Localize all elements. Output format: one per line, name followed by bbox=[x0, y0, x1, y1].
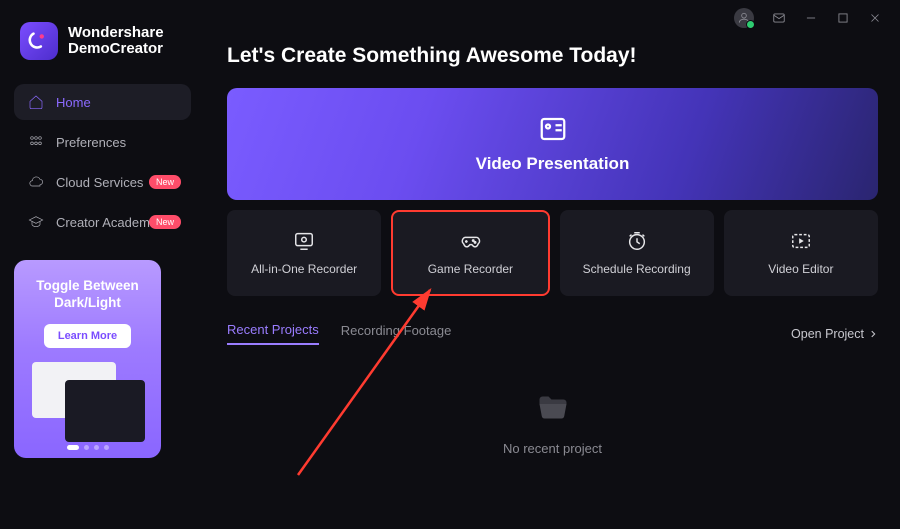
sidebar-item-home[interactable]: Home bbox=[14, 84, 191, 120]
tab-recording-footage[interactable]: Recording Footage bbox=[341, 323, 452, 344]
promo-title-l1: Toggle Between bbox=[26, 278, 149, 295]
sidebar-item-label: Preferences bbox=[56, 135, 126, 150]
sidebar-item-label: Creator Academ... bbox=[56, 215, 161, 230]
video-editor-card[interactable]: Video Editor bbox=[724, 210, 878, 296]
sidebar-item-label: Home bbox=[56, 95, 91, 110]
sidebar-item-label: Cloud Services bbox=[56, 175, 143, 190]
sidebar-item-academy[interactable]: Creator Academ... New bbox=[14, 204, 191, 240]
logo-mark bbox=[20, 22, 58, 60]
new-badge: New bbox=[149, 175, 181, 189]
hero-label: Video Presentation bbox=[476, 154, 630, 174]
empty-state: No recent project bbox=[227, 389, 878, 456]
card-label: Schedule Recording bbox=[583, 262, 691, 276]
cloud-icon bbox=[28, 174, 44, 190]
sidebar: Wondershare DemoCreator Home Preferences… bbox=[0, 0, 205, 529]
empty-text: No recent project bbox=[503, 441, 602, 456]
folder-icon bbox=[532, 389, 574, 425]
game-recorder-card[interactable]: Game Recorder bbox=[391, 210, 549, 296]
page-heading: Let's Create Something Awesome Today! bbox=[227, 44, 878, 68]
grid-icon bbox=[28, 134, 44, 150]
promo-title-l2: Dark/Light bbox=[26, 295, 149, 312]
video-editor-icon bbox=[789, 230, 813, 252]
learn-more-button[interactable]: Learn More bbox=[44, 324, 131, 348]
presentation-icon bbox=[538, 114, 568, 144]
tab-recent-projects[interactable]: Recent Projects bbox=[227, 322, 319, 345]
grad-cap-icon bbox=[28, 214, 44, 230]
main-content: Let's Create Something Awesome Today! Vi… bbox=[205, 0, 900, 529]
card-label: Game Recorder bbox=[428, 262, 513, 276]
app-name-line2: DemoCreator bbox=[68, 41, 164, 58]
new-badge: New bbox=[149, 215, 181, 229]
sidebar-item-cloud[interactable]: Cloud Services New bbox=[14, 164, 191, 200]
sidebar-nav: Home Preferences Cloud Services New Crea… bbox=[14, 84, 191, 240]
app-name-line1: Wondershare bbox=[68, 25, 164, 42]
clock-icon bbox=[625, 230, 649, 252]
chevron-right-icon bbox=[868, 329, 878, 339]
open-project-button[interactable]: Open Project bbox=[791, 327, 878, 341]
app-logo: Wondershare DemoCreator bbox=[14, 22, 191, 84]
card-label: All-in-One Recorder bbox=[251, 262, 357, 276]
home-icon bbox=[28, 94, 44, 110]
promo-card[interactable]: Toggle Between Dark/Light Learn More bbox=[14, 260, 161, 458]
gamepad-icon bbox=[458, 230, 482, 252]
video-presentation-card[interactable]: Video Presentation bbox=[227, 88, 878, 200]
promo-illustration bbox=[26, 358, 149, 448]
schedule-recording-card[interactable]: Schedule Recording bbox=[560, 210, 714, 296]
all-in-one-recorder-card[interactable]: All-in-One Recorder bbox=[227, 210, 381, 296]
card-label: Video Editor bbox=[768, 262, 833, 276]
monitor-icon bbox=[292, 230, 316, 252]
sidebar-item-preferences[interactable]: Preferences bbox=[14, 124, 191, 160]
